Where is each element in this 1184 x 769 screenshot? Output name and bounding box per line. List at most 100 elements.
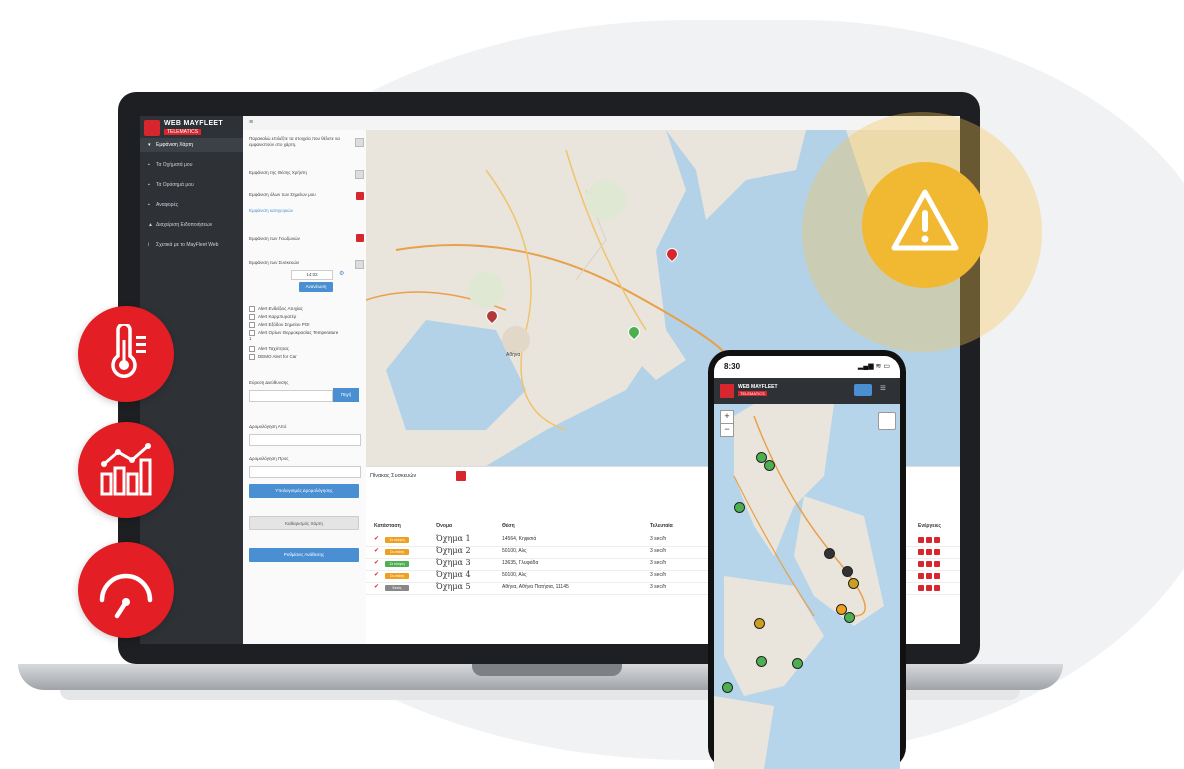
route-to-input[interactable] <box>249 466 361 478</box>
action-icon[interactable] <box>918 561 924 567</box>
add-icon[interactable] <box>456 471 466 481</box>
zoom-in-button[interactable]: + <box>720 410 734 424</box>
collapse-icon[interactable] <box>355 138 364 147</box>
action-icon[interactable] <box>918 549 924 555</box>
calculate-route-button[interactable]: Υπολογισμός Δρομολόγησης <box>249 484 359 498</box>
categories-link[interactable]: Εμφάνιση κατηγοριών <box>249 208 360 213</box>
alert-label: Alert Ενδείξεις Ατυχίας <box>258 306 303 312</box>
phone-time: 8:30 <box>724 362 741 371</box>
action-icon[interactable] <box>926 537 932 543</box>
warning-icon <box>891 189 959 251</box>
brand-sub: TELEMATICS <box>738 391 767 396</box>
option-points[interactable]: Εμφάνιση όλων των Σημείων μου <box>249 192 339 198</box>
alert-label: Alert Καρμπυρατέρ <box>258 314 297 320</box>
vehicle-name: Όχημα 4 <box>436 570 471 579</box>
action-icon[interactable] <box>926 585 932 591</box>
action-icon[interactable] <box>934 561 940 567</box>
action-icon[interactable] <box>918 573 924 579</box>
action-icon[interactable] <box>926 573 932 579</box>
option-label: Εμφάνιση της Θέσης Χρήστη <box>249 170 307 175</box>
temperature-feature <box>78 306 174 402</box>
option-geofences[interactable]: Εμφάνιση των Γεωζωνών <box>249 236 360 241</box>
sidebar-item-landmarks[interactable]: ▪ Τα Ορόσημά μου <box>140 178 243 192</box>
vehicle-marker[interactable] <box>844 612 855 623</box>
status-badge: Σε στάση <box>385 573 409 579</box>
sidebar-item-label: Εμφάνιση Χάρτη <box>156 142 193 148</box>
sidebar-item-reports[interactable]: ▪ Αναφορές <box>140 198 243 212</box>
bar-chart-icon <box>100 443 152 496</box>
action-icon[interactable] <box>926 549 932 555</box>
refresh-button[interactable]: Ανανέωση <box>299 282 333 292</box>
vehicle-marker[interactable] <box>842 566 853 577</box>
vehicle-marker[interactable] <box>722 682 733 693</box>
option-label: Εμφάνιση των Γεωζωνών <box>249 236 300 241</box>
route-from-input[interactable] <box>249 434 361 446</box>
analytics-feature <box>78 422 174 518</box>
settings-button[interactable]: Ρυθμίσεις Ανάθεσης <box>249 548 359 562</box>
vehicle-marker[interactable] <box>754 618 765 629</box>
vehicle-marker[interactable] <box>756 656 767 667</box>
last-update: 3 sec/h <box>650 536 667 542</box>
alert-option[interactable]: Alert Ταχύτητας <box>249 346 360 352</box>
phone-action-button[interactable] <box>854 384 872 396</box>
clear-map-button[interactable]: Καθαρισμός Χάρτη <box>249 516 359 530</box>
sidebar-item-vehicles[interactable]: ▪ Τα Οχήματά μου <box>140 158 243 172</box>
alert-option[interactable]: DEMO Alert for Car <box>249 354 360 360</box>
column-header[interactable]: Κατάσταση <box>374 523 401 529</box>
sidebar-item-about[interactable]: i Σχετικά με το MayFleet Web <box>140 238 243 252</box>
action-icon[interactable] <box>934 573 940 579</box>
sidebar-item-alerts[interactable]: ▲ Διαχείριση Ειδοποιήσεων <box>140 218 243 232</box>
column-header[interactable]: Όνομα <box>436 523 452 529</box>
vehicle-marker[interactable] <box>734 502 745 513</box>
edit-icon[interactable] <box>356 234 364 242</box>
edit-icon[interactable] <box>356 192 364 200</box>
time-input[interactable]: 14:02 <box>291 270 333 280</box>
checkbox[interactable] <box>249 322 255 328</box>
checkbox[interactable] <box>249 314 255 320</box>
column-header[interactable]: Τελευταία <box>650 523 673 529</box>
action-icon[interactable] <box>934 549 940 555</box>
menu-icon[interactable]: ≡ <box>249 119 253 126</box>
laptop-notch <box>472 664 622 676</box>
speedometer-icon <box>99 573 153 619</box>
alert-option[interactable]: Alert Καρμπυρατέρ <box>249 314 360 320</box>
address-search-input[interactable] <box>249 390 333 402</box>
sidebar-item-label: Διαχείριση Ειδοποιήσεων <box>156 222 213 228</box>
menu-icon[interactable]: ≡ <box>880 383 886 394</box>
vehicle-marker[interactable] <box>792 658 803 669</box>
route-to-label: Δρομολόγηση Προς <box>249 456 289 461</box>
option-user-position[interactable]: Εμφάνιση της Θέσης Χρήστη <box>249 170 360 175</box>
route-from-label: Δρομολόγηση Από <box>249 424 287 429</box>
brand-sub: TELEMATICS <box>164 129 202 135</box>
checkbox[interactable] <box>249 306 255 312</box>
vehicle-marker[interactable] <box>824 548 835 559</box>
action-icon[interactable] <box>934 537 940 543</box>
action-icon[interactable] <box>918 537 924 543</box>
action-icon[interactable] <box>926 561 932 567</box>
checkbox[interactable] <box>249 330 255 336</box>
action-icon[interactable] <box>934 585 940 591</box>
settings-icon[interactable]: ⚙ <box>339 270 344 277</box>
alert-option[interactable]: Alert Ενδείξεις Ατυχίας <box>249 306 360 312</box>
layers-icon[interactable] <box>878 412 896 430</box>
zoom-out-button[interactable]: − <box>720 423 734 437</box>
status-badge: Σε κίνηση <box>385 561 409 567</box>
vehicle-marker[interactable] <box>848 578 859 589</box>
column-header[interactable]: Ενέργειες <box>918 523 941 529</box>
vehicle-marker[interactable] <box>764 460 775 471</box>
checkbox[interactable] <box>249 346 255 352</box>
column-header[interactable]: Θέση <box>502 523 515 529</box>
alert-option[interactable]: Alert Ορίων Θερμοκρασίας Temperature 1 <box>249 330 339 342</box>
vehicle-name: Όχημα 3 <box>436 558 471 567</box>
action-icon[interactable] <box>918 585 924 591</box>
alert-option[interactable]: Alert Εξόδου Σημείου POI <box>249 322 360 328</box>
status-badge: Εκτός <box>385 585 409 591</box>
option-devices[interactable]: Εμφάνιση των Συσκευών <box>249 260 360 265</box>
option-toggle[interactable] <box>355 260 364 269</box>
option-toggle[interactable] <box>355 170 364 179</box>
checkbox[interactable] <box>249 354 255 360</box>
sidebar-item-map[interactable]: ▾ Εμφάνιση Χάρτη <box>140 138 243 152</box>
search-button[interactable]: Πηγή <box>333 388 359 402</box>
map-marker-icon: ▾ <box>148 142 151 148</box>
info-icon: i <box>148 242 150 248</box>
